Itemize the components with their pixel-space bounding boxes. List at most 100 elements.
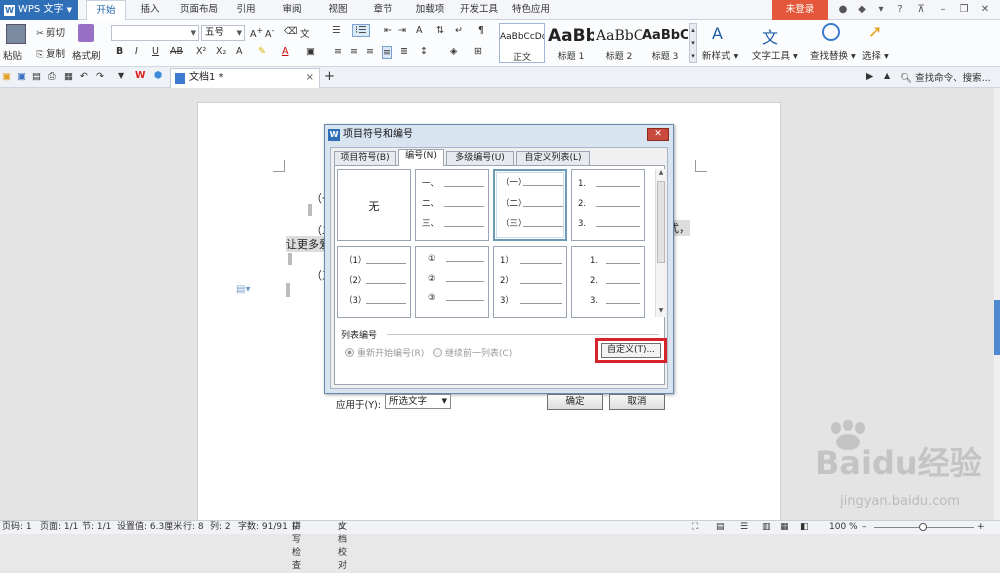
settings-icon[interactable]: ◆ (855, 3, 869, 17)
char-border-icon[interactable]: ▣ (306, 46, 315, 57)
cloud-icon[interactable]: ⬢ (154, 70, 162, 81)
tab-developer[interactable]: 开发工具 (456, 0, 502, 20)
font-color-icon[interactable]: A (282, 46, 289, 57)
save-as-icon[interactable]: ▤ (32, 71, 41, 82)
text-tools-button[interactable]: 文字工具 ▾ (752, 48, 798, 62)
help-icon[interactable]: ? (893, 3, 907, 17)
style-normal[interactable]: AaBbCcDd 正文 (499, 23, 545, 63)
paste-icon[interactable] (6, 24, 26, 44)
tab-chapter[interactable]: 章节 (367, 0, 399, 20)
justify-icon[interactable]: ≡ (382, 46, 392, 59)
save-icon[interactable]: ▣ (17, 71, 26, 82)
new-style-icon[interactable]: A (712, 24, 723, 43)
strikethrough-icon[interactable]: AB (170, 46, 183, 57)
app-menu-button[interactable]: W WPS 文字 ▼ (0, 0, 78, 20)
reading-view-icon[interactable]: ▦ (780, 521, 789, 534)
find-replace-icon[interactable] (822, 23, 840, 41)
phonetic-icon[interactable]: 文 (300, 26, 310, 40)
zoom-in-icon[interactable]: + (977, 521, 985, 534)
numbering-option-decimal-indent[interactable]: 1. 2. 3. (571, 246, 645, 318)
options-scrollbar[interactable]: ▲ ▼ (655, 169, 665, 317)
wps-home-icon[interactable]: W (135, 70, 145, 81)
menu-icon[interactable]: ▾ (874, 3, 888, 17)
numbering-option-circled[interactable]: ① ② ③ (415, 246, 489, 318)
bold-icon[interactable]: B (116, 46, 123, 57)
grow-font-icon[interactable]: A+ (250, 26, 263, 40)
select-button[interactable]: 选择 ▾ (862, 48, 889, 62)
paragraph-icon[interactable]: ↵ (455, 25, 463, 36)
numbering-option-paren-number[interactable]: （1） （2） （3） (337, 246, 411, 318)
copy-button[interactable]: ⎘ 复制 (34, 46, 65, 61)
web-view-icon[interactable]: ▥ (762, 521, 771, 534)
format-painter-icon[interactable] (78, 24, 94, 42)
zoom-slider-thumb[interactable] (919, 523, 927, 531)
tab-addins[interactable]: 加载项 (410, 0, 450, 20)
align-left-icon[interactable]: ≡ (334, 46, 342, 57)
font-size-select[interactable]: 五号 ▼ (201, 25, 245, 41)
paragraph-options-icon[interactable]: ▤▾ (236, 284, 250, 295)
apply-to-select[interactable]: 所选文字 ▼ (385, 394, 451, 409)
restore-icon[interactable]: ❐ (957, 3, 971, 17)
numbering-option-none[interactable]: 无 (337, 169, 411, 241)
tab-review[interactable]: 审阅 (276, 0, 308, 20)
scroll-up-icon[interactable]: ▲ (656, 169, 666, 176)
outdent-icon[interactable]: ⇤ (384, 25, 392, 36)
cancel-button[interactable]: 取消 (609, 394, 665, 410)
command-search-input[interactable]: 🔍︎ 查找命令、搜索... (900, 70, 991, 84)
close-tab-icon[interactable]: × (306, 69, 314, 87)
skin-icon[interactable]: ● (836, 3, 850, 17)
align-right-icon[interactable]: ≡ (366, 46, 374, 57)
tab-custom-list[interactable]: 自定义列表(L) (516, 151, 590, 165)
tab-multilevel[interactable]: 多级编号(U) (446, 151, 514, 165)
dialog-close-button[interactable]: ✕ (647, 128, 669, 141)
numbering-option-decimal[interactable]: 1. 2. 3. (571, 169, 645, 241)
open-icon[interactable]: ▣ (2, 71, 11, 82)
new-tab-button[interactable]: + (324, 69, 335, 84)
fullscreen-icon[interactable]: ⛶ (692, 521, 698, 534)
restart-numbering-radio[interactable]: 重新开始编号(R) (345, 346, 424, 359)
numbering-option-paren-chinese[interactable]: （一） （二） （三） (493, 169, 567, 241)
ok-button[interactable]: 确定 (547, 394, 603, 410)
line-spacing-icon[interactable]: ↕ (420, 46, 428, 57)
chinese-layout-icon[interactable]: A (416, 25, 423, 36)
style-heading3[interactable]: AaBbC 标题 3 (642, 23, 688, 63)
numbering-option-chinese[interactable]: 一、 二、 三、 (415, 169, 489, 241)
align-center-icon[interactable]: ≡ (350, 46, 358, 57)
borders-icon[interactable]: ⊞ (474, 46, 482, 57)
page-view-icon[interactable]: ▤ (716, 521, 725, 534)
style-heading2[interactable]: AaBbC 标题 2 (596, 23, 642, 63)
tab-home[interactable]: 开始 (86, 0, 126, 21)
customize-button[interactable]: 自定义(T)... (601, 343, 661, 358)
print-preview-icon[interactable]: ▦ (64, 71, 73, 82)
styles-scroll[interactable]: ▴ ▾ ▾ (689, 23, 697, 63)
show-marks-icon[interactable]: ¶ (478, 25, 484, 36)
scrollbar-thumb[interactable] (994, 300, 1000, 355)
subscript-icon[interactable]: X₂ (216, 46, 226, 57)
customize-icon[interactable]: ▼ (118, 71, 124, 80)
undo-icon[interactable]: ↶ (80, 71, 88, 82)
style-heading1[interactable]: AaBb 标题 1 (548, 23, 594, 63)
minimize-icon[interactable]: – (936, 3, 950, 17)
numbering-option-number-paren[interactable]: 1） 2） 3） (493, 246, 567, 318)
cut-button[interactable]: ✂ 剪切 (34, 25, 65, 40)
superscript-icon[interactable]: X² (196, 46, 206, 57)
tab-insert[interactable]: 插入 (134, 0, 166, 20)
tab-page-layout[interactable]: 页面布局 (176, 0, 222, 20)
print-icon[interactable]: ⎙ (48, 71, 56, 82)
scroll-down-icon[interactable]: ▼ (656, 307, 666, 314)
distributed-icon[interactable]: ≣ (400, 46, 408, 57)
options-scrollbar-thumb[interactable] (657, 181, 665, 263)
numbering-icon[interactable]: ⁝☰ (352, 24, 370, 37)
underline-icon[interactable]: U (152, 46, 159, 57)
tab-view[interactable]: 视图 (322, 0, 354, 20)
eye-protect-icon[interactable]: ◧ (800, 521, 809, 534)
cursor-select-icon[interactable]: ➚ (868, 22, 882, 42)
collapse-ribbon-icon[interactable]: ▲ (884, 71, 890, 80)
sort-icon[interactable]: ⇅ (436, 25, 444, 36)
format-painter-button[interactable]: 格式刷 (72, 48, 101, 62)
find-replace-button[interactable]: 查找替换 ▾ (810, 48, 856, 62)
bullets-icon[interactable]: ☰ (332, 25, 341, 36)
highlight-icon[interactable]: ✎ (258, 46, 266, 57)
tab-document[interactable]: 文档1 * × (170, 68, 320, 88)
dialog-title-bar[interactable]: W 项目符号和编号 (325, 125, 673, 145)
